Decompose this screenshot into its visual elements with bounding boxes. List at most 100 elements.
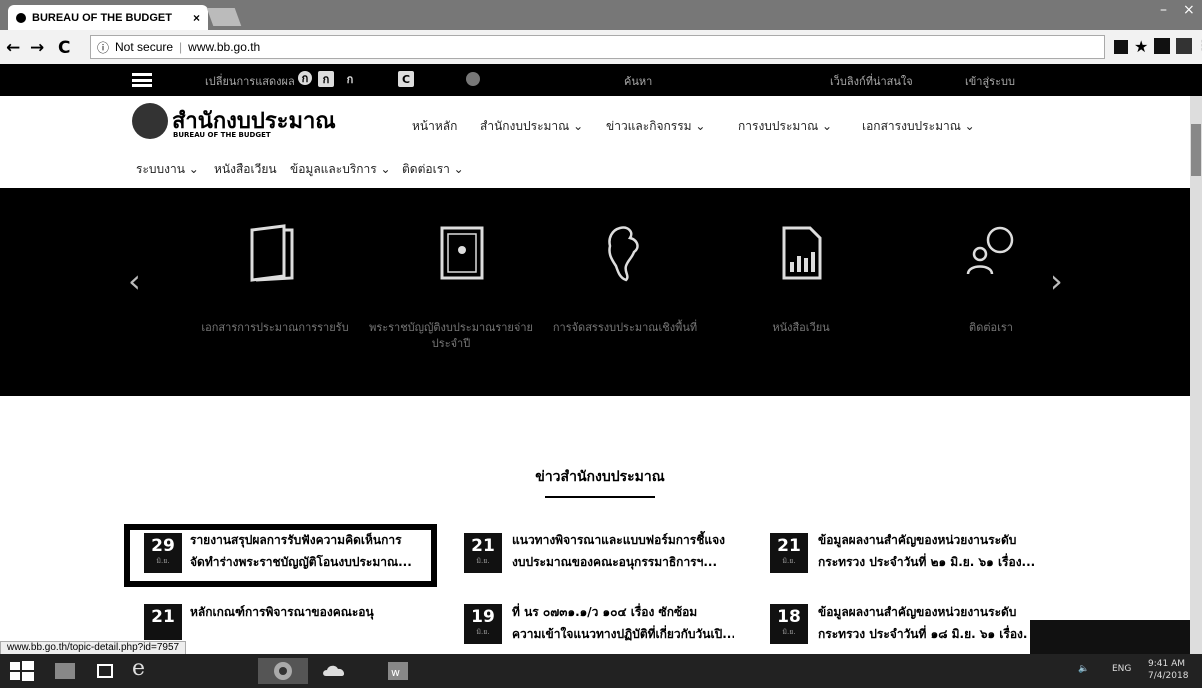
carousel-caption-4[interactable]: หนังสือเวียน (716, 320, 886, 336)
url-separator: | (179, 40, 183, 54)
news-item-link[interactable]: ที่ นร ๐๗๓๑.๑/ว ๑๐๔ เรื่อง ซักซ้อม ความเ… (512, 601, 734, 645)
contrast-button[interactable]: C (398, 71, 414, 87)
not-secure-label: Not secure (115, 40, 174, 54)
carousel-next-icon[interactable]: › (1050, 262, 1063, 300)
notification-popup (1030, 620, 1190, 654)
reload-icon[interactable]: C (58, 38, 70, 58)
font-size-medium-button[interactable]: ก (318, 71, 334, 87)
news-item-line2: งบประมาณของคณะอนุกรรมาธิการฯ... (512, 555, 718, 569)
news-item-line2: กระทรวง ประจำวันที่ ๑๘ มิ.ย. ๖๑ เรื่อง..… (818, 627, 1028, 641)
input-language[interactable]: ENG (1112, 664, 1131, 674)
news-month: มิ.ย. (476, 628, 490, 636)
news-day: 18 (777, 607, 801, 627)
forward-icon[interactable]: → (30, 38, 44, 58)
scrollbar-thumb[interactable] (1191, 124, 1201, 176)
news-day: 21 (471, 536, 495, 556)
menu-item-news[interactable]: ข่าวและกิจกรรม ⌄ (606, 117, 705, 136)
font-size-large-button[interactable]: ก (342, 71, 358, 87)
news-month: มิ.ย. (782, 628, 796, 636)
login-link[interactable]: เข้าสู่ระบบ (965, 72, 1015, 90)
menu-item-circulars[interactable]: หนังสือเวียน (214, 160, 277, 179)
tab-close-icon[interactable]: × (193, 11, 200, 25)
news-section-title: ข่าวสำนักงบประมาณ (535, 469, 665, 485)
external-links-link[interactable]: เว็บลิงก์ที่น่าสนใจ (830, 72, 913, 90)
svg-text:w: w (391, 666, 400, 679)
news-day: 21 (777, 536, 801, 556)
url-text: www.bb.go.th (188, 40, 261, 54)
news-highlight-frame (124, 524, 437, 587)
word-icon[interactable]: w (384, 658, 414, 684)
clock[interactable]: 9:41 AM 7/4/2018 (1148, 658, 1188, 682)
cloud-icon[interactable] (320, 658, 350, 684)
news-item-line1: ข้อมูลผลงานสำคัญของหน่วยงานระดับ (818, 605, 1017, 619)
browser-menu-icon[interactable]: ⋮ (1196, 38, 1202, 54)
menu-item-documents[interactable]: เอกสารงบประมาณ ⌄ (862, 117, 975, 136)
extension-2-icon[interactable] (1176, 38, 1192, 54)
carousel-caption-3[interactable]: การจัดสรรงบประมาณเชิงพื้นที่ (540, 320, 710, 336)
news-date-badge: 18 มิ.ย. (770, 604, 808, 644)
site-favicon-icon (16, 12, 26, 23)
menu-item-services[interactable]: ข้อมูลและบริการ ⌄ (290, 160, 391, 179)
minimize-icon[interactable]: – (1160, 2, 1167, 18)
extension-icon[interactable] (1154, 38, 1170, 54)
carousel-caption-5[interactable]: ติดต่อเรา (906, 320, 1076, 336)
news-date-badge: 21 (144, 604, 182, 640)
edge-browser-icon[interactable]: e (132, 656, 145, 681)
font-size-small-button[interactable]: ก (298, 71, 312, 85)
info-icon[interactable]: ⓘ (97, 39, 109, 56)
clock-time: 9:41 AM (1148, 659, 1185, 669)
budget-bureau-logo-icon[interactable] (132, 103, 168, 139)
thailand-map-icon[interactable] (604, 224, 644, 282)
news-month: มิ.ย. (782, 557, 796, 565)
window-close-icon[interactable]: × (1183, 2, 1195, 18)
logo-title-en: BUREAU OF THE BUDGET (173, 131, 271, 139)
report-chart-icon[interactable] (780, 224, 824, 282)
news-date-badge: 19 มิ.ย. (464, 604, 502, 644)
news-item-line1: ที่ นร ๐๗๓๑.๑/ว ๑๐๔ เรื่อง ซักซ้อม (512, 605, 698, 619)
volume-icon[interactable]: 🔈 (1078, 664, 1089, 674)
page-scrollbar[interactable] (1190, 96, 1202, 654)
back-icon[interactable]: ← (6, 38, 20, 58)
news-title-underline (545, 496, 655, 498)
translate-icon[interactable] (1114, 40, 1128, 54)
windows-start-icon[interactable] (6, 658, 36, 684)
news-item-link[interactable]: ข้อมูลผลงานสำคัญของหน่วยงานระดับ กระทรวง… (818, 601, 1028, 645)
news-item-line2: กระทรวง ประจำวันที่ ๒๑ มิ.ย. ๖๑ เรื่อง..… (818, 555, 1036, 569)
document-icon[interactable] (436, 224, 488, 282)
hamburger-menu-icon[interactable] (132, 73, 152, 87)
task-view-icon[interactable] (90, 658, 120, 684)
clock-date: 7/4/2018 (1148, 671, 1189, 681)
carousel-prev-icon[interactable]: ‹ (128, 262, 141, 300)
chrome-icon[interactable] (258, 658, 308, 684)
accessibility-label: เปลี่ยนการแสดงผล (205, 75, 295, 88)
carousel-caption-1[interactable]: เอกสารการประมาณการรายรับ (190, 320, 360, 336)
menu-item-home[interactable]: หน้าหลัก (412, 117, 457, 136)
hero-carousel (0, 188, 1202, 396)
news-month: มิ.ย. (476, 557, 490, 565)
browser-tab[interactable]: BUREAU OF THE BUDGET × (8, 5, 208, 30)
address-bar[interactable]: ⓘ Not secure | www.bb.go.th (90, 35, 1105, 59)
news-item-line1: หลักเกณฑ์การพิจารณาของคณะอนุ (190, 605, 374, 619)
news-item-line2: ความเข้าใจแนวทางปฏิบัติที่เกี่ยวกับวันเป… (512, 627, 734, 641)
menu-item-budgeting[interactable]: การงบประมาณ ⌄ (738, 117, 832, 136)
news-day: 21 (151, 607, 175, 627)
contact-person-icon[interactable] (966, 224, 1018, 282)
menu-item-bureau[interactable]: สำนักงบประมาณ ⌄ (480, 117, 583, 136)
news-item-link[interactable]: แนวทางพิจารณาและแบบฟอร์มการชี้แจง งบประม… (512, 529, 734, 573)
menu-item-contact[interactable]: ติดต่อเรา ⌄ (402, 160, 464, 179)
news-item-link[interactable]: หลักเกณฑ์การพิจารณาของคณะอนุ (190, 601, 422, 623)
news-date-badge: 21 มิ.ย. (770, 533, 808, 573)
book-icon[interactable] (246, 224, 298, 282)
news-item-link[interactable]: ข้อมูลผลงานสำคัญของหน่วยงานระดับ กระทรวง… (818, 529, 1048, 573)
search-label[interactable]: ค้นหา (624, 72, 652, 90)
news-day: 19 (471, 607, 495, 627)
menu-item-systems[interactable]: ระบบงาน ⌄ (136, 160, 199, 179)
search-icon[interactable] (466, 72, 480, 86)
news-item-line1: ข้อมูลผลงานสำคัญของหน่วยงานระดับ (818, 533, 1017, 547)
site-top-bar (0, 64, 1202, 96)
carousel-caption-2[interactable]: พระราชบัญญัติงบประมาณรายจ่ายประจำปี (366, 320, 536, 352)
windows-taskbar (0, 654, 1202, 688)
file-explorer-icon[interactable] (50, 658, 80, 684)
bookmark-star-icon[interactable]: ★ (1134, 37, 1148, 56)
news-date-badge: 21 มิ.ย. (464, 533, 502, 573)
